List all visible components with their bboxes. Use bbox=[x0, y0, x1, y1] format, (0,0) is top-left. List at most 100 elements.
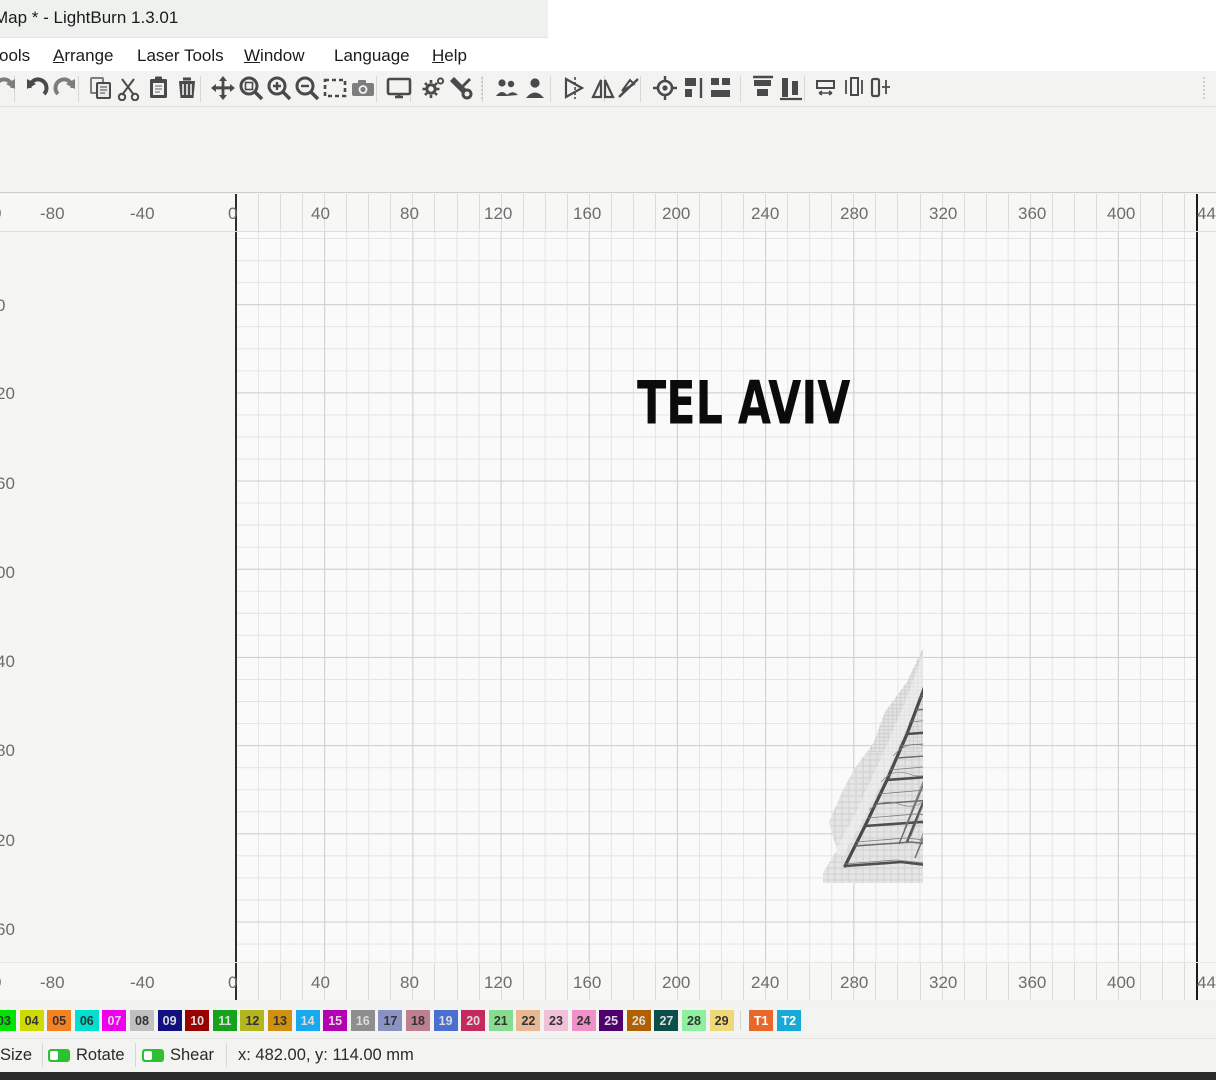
palette-swatch-25[interactable]: 25 bbox=[599, 1010, 624, 1031]
palette-swatch-22[interactable]: 22 bbox=[516, 1010, 541, 1031]
palette-swatch-04[interactable]: 04 bbox=[19, 1010, 44, 1031]
toolbar-grip[interactable] bbox=[1202, 75, 1207, 103]
ruler-minor-tick bbox=[743, 194, 744, 231]
zoom-out-icon[interactable] bbox=[294, 75, 320, 106]
palette-swatch-19[interactable]: 19 bbox=[433, 1010, 458, 1031]
zoom-selection-icon[interactable] bbox=[322, 75, 348, 106]
street-map-vector bbox=[823, 352, 923, 883]
group-icon[interactable] bbox=[494, 75, 520, 106]
device-settings-icon[interactable] bbox=[420, 75, 446, 106]
ruler-minor-tick bbox=[523, 194, 524, 231]
palette-swatch-24[interactable]: 24 bbox=[571, 1010, 596, 1031]
ruler-minor-tick bbox=[258, 194, 259, 231]
ruler-minor-tick bbox=[964, 194, 965, 231]
camera-icon[interactable] bbox=[350, 75, 376, 106]
palette-swatch-14[interactable]: 14 bbox=[295, 1010, 320, 1031]
ruler-minor-tick bbox=[655, 194, 656, 231]
palette-swatch-06[interactable]: 06 bbox=[74, 1010, 99, 1031]
align-bottom-icon[interactable] bbox=[778, 75, 804, 106]
zoom-in-icon[interactable] bbox=[266, 75, 292, 106]
ruler-tick-label: 40 bbox=[311, 973, 330, 992]
palette-swatch-05[interactable]: 05 bbox=[47, 1010, 72, 1031]
palette-swatch-08[interactable]: 08 bbox=[130, 1010, 154, 1031]
distribute-gap-icon[interactable] bbox=[866, 75, 892, 106]
redo-icon[interactable] bbox=[52, 75, 78, 106]
horizontal-ruler-top[interactable]: 0-80-400408012016020024028032036040044 bbox=[0, 194, 1216, 232]
palette-swatch-10[interactable]: 10 bbox=[185, 1010, 210, 1031]
palette-swatch-17[interactable]: 17 bbox=[378, 1010, 403, 1031]
palette-swatch-23[interactable]: 23 bbox=[544, 1010, 568, 1031]
palette-swatch-28[interactable]: 28 bbox=[682, 1010, 706, 1031]
ruler-minor-tick bbox=[920, 194, 921, 231]
design-artwork-group[interactable]: TEL AVIV bbox=[637, 352, 923, 962]
rotate-mode-label[interactable]: Rotate bbox=[76, 1046, 125, 1065]
flip-horizontal-icon[interactable] bbox=[562, 75, 588, 106]
ruler-minor-tick bbox=[479, 963, 480, 1000]
align-left-icon[interactable] bbox=[680, 75, 706, 106]
palette-swatch-09[interactable]: 09 bbox=[157, 1010, 182, 1031]
align-right-icon[interactable] bbox=[708, 75, 734, 106]
ruler-minor-tick bbox=[743, 963, 744, 1000]
palette-swatch-20[interactable]: 20 bbox=[461, 1010, 486, 1031]
palette-swatch-11[interactable]: 11 bbox=[212, 1010, 237, 1031]
toolbar-separator bbox=[78, 76, 79, 102]
vruler-tick-label: 20 bbox=[0, 831, 15, 850]
property-toolbar: 35 mm 69 mm Width 130.003 mm 100.000 % H… bbox=[0, 107, 1216, 298]
distribute-h-icon[interactable] bbox=[814, 75, 840, 106]
ruler-minor-tick bbox=[721, 963, 722, 1000]
mirror-icon[interactable] bbox=[616, 75, 642, 106]
menu-item-arrange[interactable]: Arrange bbox=[50, 44, 116, 68]
cut-icon[interactable] bbox=[116, 75, 142, 106]
delete-icon[interactable] bbox=[174, 75, 200, 106]
paste-icon[interactable] bbox=[146, 75, 172, 106]
ruler-minor-tick bbox=[986, 963, 987, 1000]
vertical-ruler[interactable]: 0 20 60 00 40 80 20 60 bbox=[0, 194, 30, 1000]
palette-swatch-03[interactable]: 03 bbox=[0, 1010, 16, 1031]
palette-swatch-15[interactable]: 15 bbox=[323, 1010, 348, 1031]
machine-settings-icon[interactable] bbox=[448, 75, 474, 106]
menu-item-help[interactable]: Help bbox=[429, 44, 470, 68]
palette-swatch-18[interactable]: 18 bbox=[406, 1010, 430, 1031]
palette-swatch-16[interactable]: 16 bbox=[350, 1010, 375, 1031]
ruler-minor-tick bbox=[545, 963, 546, 1000]
preview-icon[interactable] bbox=[386, 75, 412, 106]
redo-arrow-icon[interactable] bbox=[0, 75, 18, 106]
palette-swatch-29[interactable]: 29 bbox=[709, 1010, 734, 1031]
outside-work-area bbox=[0, 232, 236, 962]
tel-aviv-map-image[interactable] bbox=[821, 352, 923, 883]
ruler-minor-tick bbox=[457, 963, 458, 1000]
palette-swatch-27[interactable]: 27 bbox=[654, 1010, 679, 1031]
toolbar-grip[interactable] bbox=[480, 75, 485, 103]
flip-vertical-icon[interactable] bbox=[590, 75, 616, 106]
ungroup-icon[interactable] bbox=[522, 75, 548, 106]
shear-mode-label[interactable]: Shear bbox=[170, 1046, 214, 1065]
ruler-tick-label: 280 bbox=[840, 973, 869, 992]
canvas-viewport[interactable]: TEL AVIV bbox=[0, 232, 1216, 962]
tel-aviv-text-object[interactable]: TEL AVIV bbox=[637, 373, 851, 433]
move-tool-icon[interactable] bbox=[210, 75, 236, 106]
ruler-tick-label: 40 bbox=[311, 204, 330, 223]
palette-swatch-t1[interactable]: T1 bbox=[749, 1010, 774, 1031]
palette-swatch-26[interactable]: 26 bbox=[626, 1010, 651, 1031]
ruler-minor-tick bbox=[875, 194, 876, 231]
menu-item-window[interactable]: Window bbox=[241, 44, 307, 68]
undo-icon[interactable] bbox=[24, 75, 50, 106]
zoom-fit-icon[interactable] bbox=[238, 75, 264, 106]
horizontal-ruler-bottom[interactable]: 0-80-400408012016020024028032036040044 bbox=[0, 962, 1216, 1000]
ruler-minor-tick bbox=[1184, 963, 1185, 1000]
palette-swatch-t2[interactable]: T2 bbox=[776, 1010, 801, 1031]
copy-icon[interactable] bbox=[88, 75, 114, 106]
palette-swatch-07[interactable]: 07 bbox=[102, 1010, 127, 1031]
menu-item-ools[interactable]: ools bbox=[0, 44, 33, 68]
align-top-icon[interactable] bbox=[750, 75, 776, 106]
distribute-v-icon[interactable] bbox=[842, 75, 868, 106]
palette-swatch-13[interactable]: 13 bbox=[268, 1010, 292, 1031]
menu-item-laser-tools[interactable]: Laser Tools bbox=[134, 44, 227, 68]
align-center-icon[interactable] bbox=[652, 75, 678, 106]
palette-swatch-12[interactable]: 12 bbox=[240, 1010, 265, 1031]
palette-swatch-21[interactable]: 21 bbox=[488, 1010, 513, 1031]
menu-item-language[interactable]: Language bbox=[331, 44, 413, 68]
size-mode-label[interactable]: Size bbox=[0, 1046, 32, 1065]
ruler-tick-label: 44 bbox=[1197, 973, 1216, 992]
ruler-minor-tick bbox=[567, 194, 568, 231]
